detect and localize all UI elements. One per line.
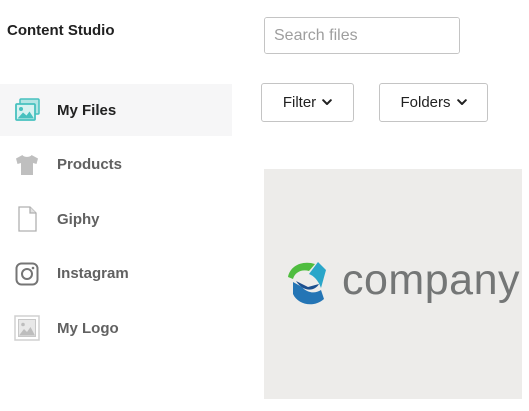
filter-dropdown[interactable]: Filter	[261, 83, 354, 122]
document-icon	[13, 205, 41, 233]
chevron-down-icon	[322, 98, 332, 108]
image-gallery-icon	[13, 96, 41, 124]
sidebar-item-label: Instagram	[57, 265, 129, 282]
sidebar-item-label: Giphy	[57, 210, 100, 228]
instagram-icon	[13, 260, 41, 288]
sidebar-item-label: My Logo	[57, 319, 119, 337]
folders-label: Folders	[400, 94, 451, 111]
sidebar-item-label: My Files	[57, 101, 117, 119]
company-logo-mark	[282, 257, 334, 309]
logo-image-icon	[13, 314, 41, 342]
sidebar-item-label: Products	[57, 156, 123, 173]
sidebar-item-products[interactable]: Products	[0, 139, 232, 191]
sidebar-item-my-logo[interactable]: My Logo	[0, 302, 232, 354]
sidebar-item-my-files[interactable]: My Files	[0, 84, 232, 136]
search-box	[264, 17, 460, 54]
sidebar: My Files Products Giphy Instagram My Log…	[0, 84, 232, 357]
folders-dropdown[interactable]: Folders	[379, 83, 488, 122]
company-logo-text: company	[342, 256, 520, 304]
app-title: Content Studio	[7, 22, 115, 39]
sidebar-item-instagram[interactable]: Instagram	[0, 248, 232, 300]
search-input[interactable]	[265, 18, 459, 53]
filter-label: Filter	[282, 94, 317, 111]
file-tile-company-logo[interactable]: company	[264, 169, 522, 399]
sidebar-item-giphy[interactable]: Giphy	[0, 193, 232, 245]
tshirt-icon	[13, 151, 41, 179]
chevron-down-icon	[456, 98, 467, 108]
